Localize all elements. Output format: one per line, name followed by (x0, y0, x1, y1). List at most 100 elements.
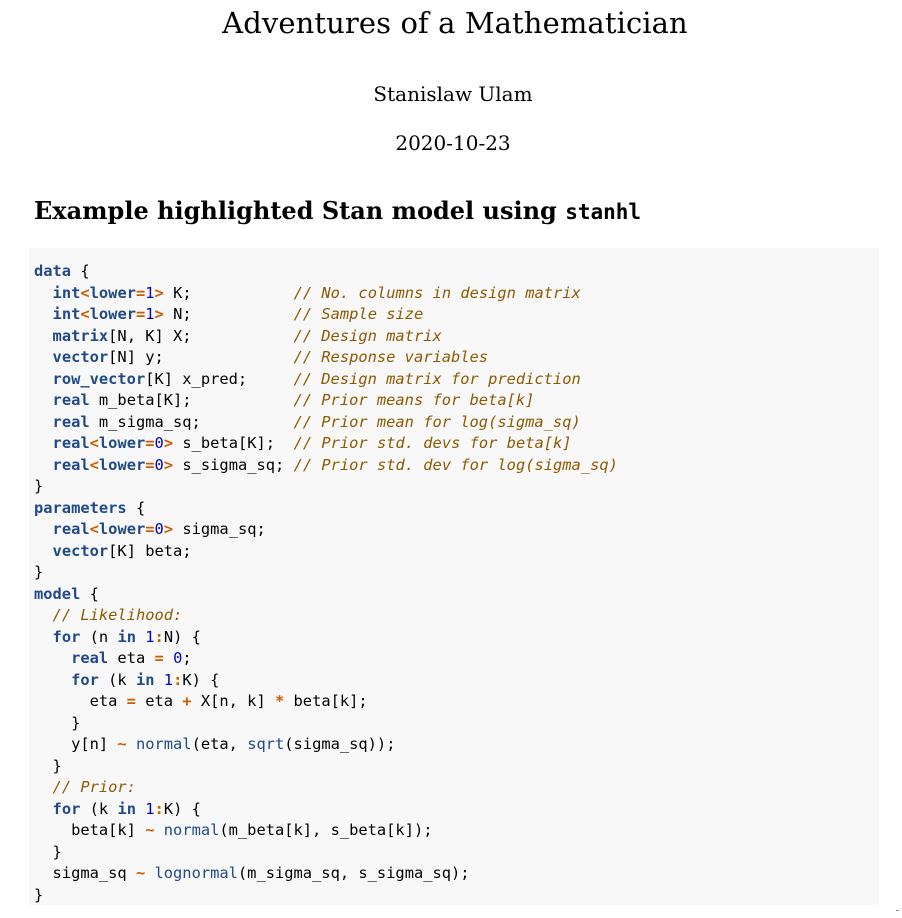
code-keyword: int (52, 283, 81, 302)
code-keyword: lower (98, 520, 146, 538)
code-line: } (34, 842, 879, 864)
code-text: } (34, 563, 44, 581)
code-keyword: real (52, 455, 90, 474)
code-comment: // Prior mean for log(sigma_sq) (293, 412, 581, 431)
code-text: } (34, 477, 44, 495)
code-operator: > (163, 434, 174, 452)
code-line: matrix[N, K] X; // Design matrix (34, 326, 879, 348)
code-number: 0 (154, 455, 164, 474)
code-number: 0 (154, 434, 164, 452)
code-keyword: real (52, 412, 90, 431)
code-keyword: row_vector (52, 369, 146, 388)
code-line: // Likelihood: (34, 605, 879, 627)
code-operator: = (135, 305, 146, 323)
code-operator: : (173, 670, 183, 689)
code-operator: : (154, 799, 164, 818)
code-comment: // Design matrix (293, 326, 442, 345)
code-keyword: in (117, 799, 136, 818)
code-operator: ~ (135, 864, 146, 882)
code-comment: // Likelihood: (52, 606, 183, 624)
code-function: normal (135, 735, 192, 753)
code-function: sqrt (247, 735, 285, 753)
code-keyword: lower (98, 455, 146, 474)
code-text: (eta, (191, 735, 248, 753)
code-text: (k (80, 799, 118, 818)
code-keyword: real (52, 391, 90, 409)
code-keyword: real (71, 649, 109, 667)
code-operator: < (80, 283, 90, 302)
code-comment: // Prior std. dev for log(sigma_sq) (293, 455, 618, 474)
code-text: K) { (182, 670, 220, 689)
code-operator: < (89, 434, 99, 452)
code-operator: < (89, 455, 99, 474)
code-text: [N, K] X; (108, 326, 294, 345)
code-line: real<lower=0> s_sigma_sq; // Prior std. … (34, 455, 879, 477)
code-number: 0 (173, 649, 183, 667)
code-operator: = (145, 455, 155, 474)
code-line: int<lower=1> N; // Sample size (34, 304, 879, 326)
code-line: row_vector[K] x_pred; // Design matrix f… (34, 369, 879, 391)
code-text: [K] beta; (108, 541, 192, 560)
code-line: // Prior: (34, 777, 879, 799)
code-comment: // Prior std. devs for beta[k] (293, 434, 572, 452)
code-line: data { (34, 261, 879, 283)
code-text: (n (80, 627, 118, 646)
code-operator: = (126, 692, 136, 710)
code-line: for (k in 1:K) { (34, 799, 879, 821)
code-operator: > (163, 520, 174, 538)
code-text: beta[k] (34, 821, 146, 839)
code-function: lognormal (154, 864, 238, 882)
code-operator: = (145, 434, 155, 452)
code-operator: * (274, 692, 285, 710)
section-heading-text: Example highlighted Stan model using (34, 196, 566, 225)
code-comment: // Prior means for beta[k] (293, 391, 535, 409)
code-text: eta (108, 649, 155, 667)
page-corner-mark (896, 910, 899, 911)
code-keyword: real (52, 520, 90, 538)
code-line: } (34, 562, 879, 584)
code-line: vector[N] y; // Response variables (34, 347, 879, 369)
code-text: N) { (163, 627, 201, 646)
code-line: } (34, 885, 879, 907)
document-date: 2020-10-23 (395, 131, 511, 155)
code-line: } (34, 713, 879, 735)
code-number: 1 (145, 305, 155, 323)
code-text: K) { (163, 799, 201, 818)
code-text: sigma_sq; (173, 520, 266, 538)
code-line: for (n in 1:N) { (34, 627, 879, 649)
code-text: K; (163, 283, 294, 302)
code-text: eta (135, 692, 183, 710)
code-comment: // Response variables (293, 348, 489, 366)
code-operator: ~ (117, 735, 127, 753)
code-line: parameters { (34, 498, 879, 520)
code-keyword: lower (98, 434, 146, 452)
code-operator: > (163, 455, 174, 474)
code-text: } (34, 885, 44, 904)
code-text: [N] y; (108, 348, 294, 366)
code-text: [K] x_pred; (145, 369, 294, 388)
code-text: y[n] (34, 735, 118, 753)
stan-code-block: data { int<lower=1> K; // No. columns in… (29, 248, 879, 905)
code-keyword: int (52, 305, 81, 323)
code-number: 1 (145, 283, 155, 302)
code-line: real m_beta[K]; // Prior means for beta[… (34, 390, 879, 412)
code-keyword: lower (89, 283, 136, 302)
code-line: real eta = 0; (34, 648, 879, 670)
code-operator: > (154, 305, 164, 323)
code-number: 1 (145, 799, 155, 818)
